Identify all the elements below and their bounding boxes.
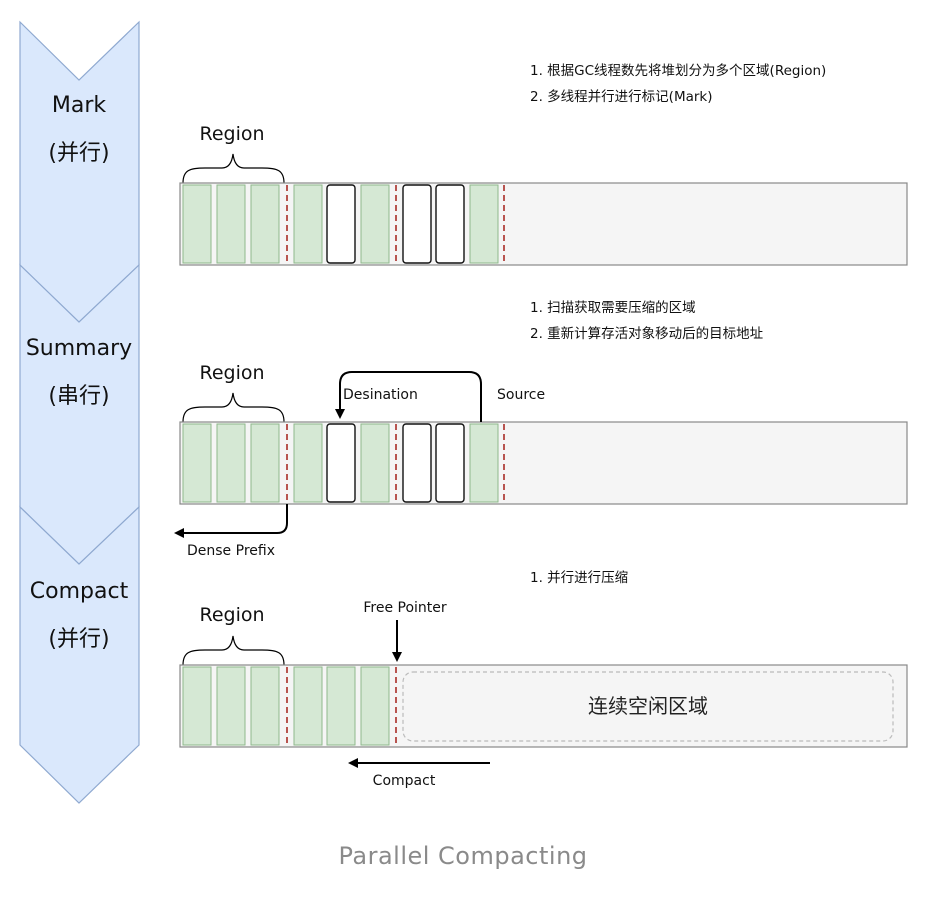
live-object-cell <box>469 184 499 264</box>
summary-heap-bar <box>179 421 908 505</box>
summary-note-1: 1. 扫描获取需要压缩的区域 <box>530 300 696 316</box>
dead-object-cell <box>435 184 465 264</box>
compact-phase-mode: (并行) <box>48 627 109 652</box>
live-object-cell <box>182 184 212 264</box>
live-object-cell <box>216 184 246 264</box>
mark-region-label: Region <box>199 123 264 145</box>
dense-prefix-label: Dense Prefix <box>187 543 275 559</box>
live-object-cell <box>250 423 280 503</box>
live-object-cell <box>326 666 356 746</box>
dead-object-cell <box>326 184 356 264</box>
free-area-label: 连续空闲区域 <box>588 694 708 718</box>
live-object-cell <box>216 666 246 746</box>
live-object-cell <box>182 666 212 746</box>
compact-region-brace <box>182 635 285 666</box>
mark-phase-mode: (并行) <box>48 141 109 166</box>
summary-region-label: Region <box>199 362 264 384</box>
summary-region-brace <box>182 392 285 423</box>
mark-heap-cells <box>182 184 505 264</box>
source-label: Source <box>497 387 545 403</box>
summary-phase-name: Summary <box>26 336 132 361</box>
mark-phase-chevron <box>19 20 140 323</box>
free-pointer-label: Free Pointer <box>363 600 447 616</box>
live-object-cell <box>360 423 390 503</box>
live-object-cell <box>293 423 323 503</box>
live-object-cell <box>469 423 499 503</box>
dead-object-cell <box>402 184 432 264</box>
live-object-cell <box>216 423 246 503</box>
mark-region-brace <box>182 153 285 184</box>
dead-object-cell <box>326 423 356 503</box>
mark-note-2: 2. 多线程并行进行标记(Mark) <box>530 88 713 105</box>
mark-heap-bar <box>179 182 908 266</box>
compact-row: 1. 并行进行压缩 Region Free Pointer 连续空闲区域 Com… <box>179 570 908 789</box>
live-object-cell <box>293 184 323 264</box>
compact-direction-label: Compact <box>373 773 436 789</box>
compact-heap-bar <box>179 664 908 748</box>
dead-object-cell <box>402 423 432 503</box>
parallel-compacting-diagram: Mark (并行) Summary (串行) Compact (并行) 1. 根… <box>19 20 908 870</box>
summary-heap-cells <box>182 423 505 503</box>
diagram-caption: Parallel Compacting <box>338 842 587 870</box>
dead-object-cell <box>435 423 465 503</box>
summary-row: 1. 扫描获取需要压缩的区域 2. 重新计算存活对象移动后的目标地址 Regio… <box>174 300 908 559</box>
summary-note-2: 2. 重新计算存活对象移动后的目标地址 <box>530 326 763 342</box>
dense-prefix-arrow <box>174 504 288 538</box>
live-object-cell <box>360 184 390 264</box>
mark-note-1: 1. 根据GC线程数先将堆划分为多个区域(Region) <box>530 62 826 79</box>
mark-row: 1. 根据GC线程数先将堆划分为多个区域(Region) 2. 多线程并行进行标… <box>179 62 908 266</box>
live-object-cell <box>360 666 390 746</box>
compact-note-1: 1. 并行进行压缩 <box>530 570 628 586</box>
live-object-cell <box>250 184 280 264</box>
destination-label: Desination <box>343 387 418 403</box>
phase-chevrons: Mark (并行) Summary (串行) Compact (并行) <box>19 20 140 804</box>
compact-phase-name: Compact <box>30 579 129 604</box>
compact-region-label: Region <box>199 604 264 626</box>
mark-phase-name: Mark <box>52 93 107 118</box>
live-object-cell <box>182 423 212 503</box>
live-object-cell <box>250 666 280 746</box>
live-object-cell <box>293 666 323 746</box>
summary-phase-mode: (串行) <box>48 384 109 409</box>
